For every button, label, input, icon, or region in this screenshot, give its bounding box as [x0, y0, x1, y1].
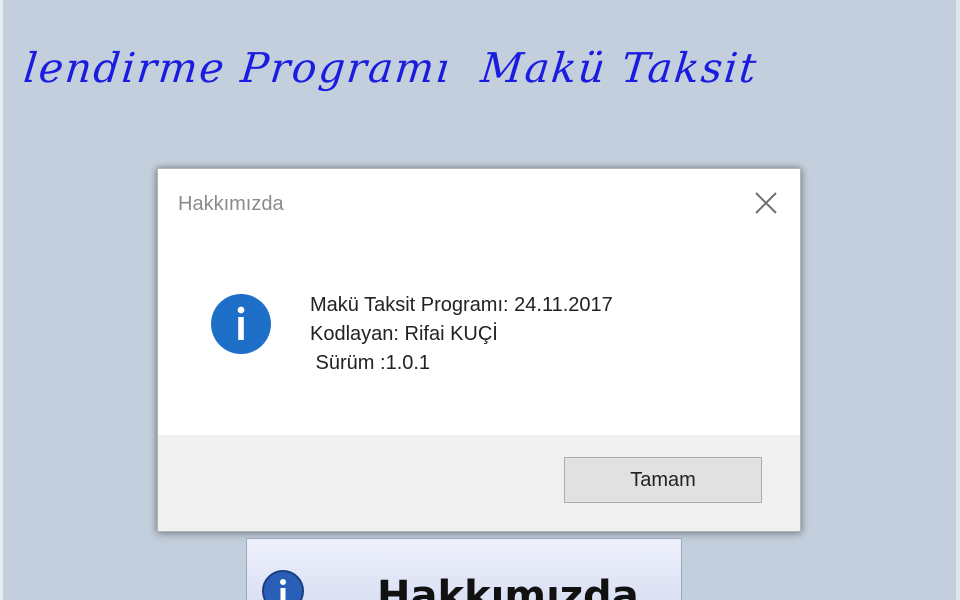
close-icon — [755, 192, 777, 214]
message-line-program: Makü Taksit Programı: 24.11.2017 — [310, 294, 613, 316]
ok-button[interactable]: Tamam — [564, 457, 762, 503]
window-frame-left — [0, 0, 3, 600]
about-button[interactable]: Hakkımızda — [246, 538, 682, 600]
info-icon — [210, 293, 272, 355]
close-button[interactable] — [750, 187, 782, 219]
message-line-version: Sürüm :1.0.1 — [310, 352, 431, 374]
dialog-footer: Tamam — [158, 435, 800, 531]
app-banner-title: lendirme Programı Makü Taksit — [21, 44, 761, 92]
about-button-label: Hakkımızda — [377, 573, 639, 600]
dialog-title: Hakkımızda — [178, 193, 284, 215]
window-frame-right — [956, 0, 960, 600]
about-dialog: Hakkımızda Makü Taksit Programı: 24.11.2… — [157, 168, 801, 532]
dialog-message: Makü Taksit Programı: 24.11.2017 Kodlaya… — [310, 291, 613, 378]
info-icon — [262, 570, 304, 600]
message-line-author: Kodlayan: Rifai KUÇİ — [310, 323, 498, 345]
